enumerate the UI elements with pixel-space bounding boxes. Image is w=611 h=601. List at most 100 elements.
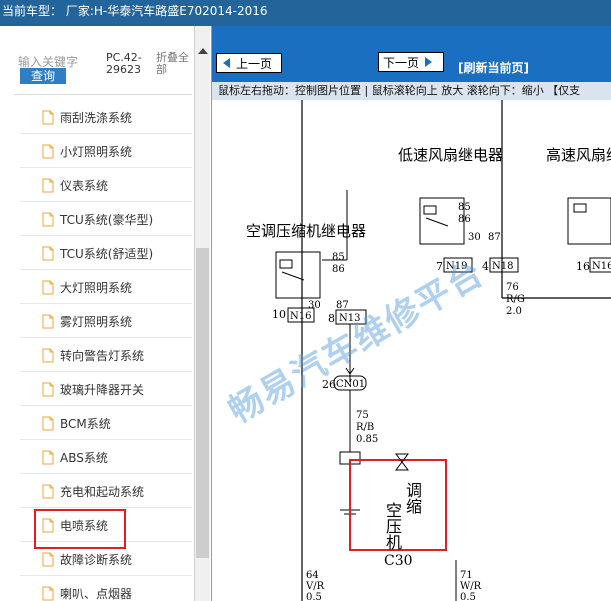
pin-85-left: 85 <box>332 252 345 263</box>
wire-71-color: W/R <box>460 581 482 592</box>
pin-10: 10 <box>272 308 286 321</box>
wire-76-size: 2.0 <box>506 306 522 317</box>
tree-item[interactable]: 仪表系统 <box>20 168 192 202</box>
conn-n16b: N16 <box>592 261 611 272</box>
pin-87-left: 87 <box>336 300 349 311</box>
arrow-right-icon <box>425 57 433 67</box>
pin-86-left: 86 <box>332 264 345 275</box>
wiring-diagram[interactable]: 空调压缩机继电器 85 86 30 87 10 N16 8 N13 26 CN0… <box>212 100 611 601</box>
tree-item[interactable]: ABS系统 <box>20 440 192 474</box>
title-label: 当前车型： <box>2 4 63 18</box>
wire-76-num: 76 <box>506 282 519 293</box>
pin-85-mid: 85 <box>458 202 471 213</box>
wire-64-num: 64 <box>306 570 319 581</box>
relay-right-coil <box>573 203 587 213</box>
wire-64-color: V/R <box>305 581 325 592</box>
next-page-label: 下一页 <box>383 55 420 70</box>
wire-75-size: 0.85 <box>356 434 378 445</box>
conn-n16: N16 <box>290 311 311 322</box>
tree-item[interactable]: 小灯照明系统 <box>20 134 192 168</box>
tree-item-label: 雨刮洗涤系统 <box>60 111 133 125</box>
next-page-button[interactable]: 下一页 <box>378 52 444 72</box>
document-icon <box>42 552 54 567</box>
tree-item-label: 玻璃升降器开关 <box>60 383 145 397</box>
relay-left-box <box>275 251 321 299</box>
wire-64-size: 0.5 <box>306 592 322 601</box>
tree-item-label: TCU系统(豪华型) <box>60 213 154 227</box>
tree-item-label: 仪表系统 <box>60 179 109 193</box>
tree-item-selected[interactable]: 电喷系统 <box>20 508 192 549</box>
wiring-diagram-svg: 空调压缩机继电器 85 86 30 87 10 N16 8 N13 26 CN0… <box>246 100 611 601</box>
relay-right-label: 高速风扇继电器 <box>546 146 611 164</box>
tree-item[interactable]: TCU系统(豪华型) <box>20 202 192 236</box>
relay-left-label: 空调压缩机继电器 <box>246 222 366 240</box>
document-icon <box>42 518 54 533</box>
document-icon <box>42 450 54 465</box>
pin-86-mid: 86 <box>458 214 471 225</box>
document-icon <box>42 212 54 227</box>
prev-page-button[interactable]: 上一页 <box>216 53 282 73</box>
document-icon <box>42 246 54 261</box>
refresh-page-link[interactable]: [刷新当前页] <box>458 59 529 76</box>
tree-item[interactable]: TCU系统(舒适型) <box>20 236 192 270</box>
relay-mid-label: 低速风扇继电器 <box>398 146 503 164</box>
tree-item-label: ABS系统 <box>60 451 108 465</box>
tree-item[interactable]: 雨刮洗涤系统 <box>20 100 192 134</box>
tree-list: 雨刮洗涤系统 小灯照明系统 仪表系统 TCU系统(豪华型) TCU系统(舒适型)… <box>20 100 192 601</box>
relay-mid-coil <box>423 205 437 215</box>
scroll-thumb[interactable] <box>196 248 209 558</box>
search-area <box>18 54 104 69</box>
conn-n18: N18 <box>492 261 513 272</box>
pin-30-mid: 30 <box>468 232 481 243</box>
collapse-all-link[interactable]: 折叠全部 <box>156 52 196 76</box>
pin-4: 4 <box>482 260 489 273</box>
tree-item[interactable]: 喇叭、点烟器 <box>20 576 192 601</box>
title-bar: 当前车型： 厂家:H-华泰汽车路盛E702014-2016 <box>0 0 611 26</box>
wire-75-num: 75 <box>356 410 369 421</box>
manual-code: PC.42-29623 <box>106 51 142 76</box>
document-icon <box>42 484 54 499</box>
tree-item[interactable]: 故障诊断系统 <box>20 542 192 576</box>
comp-label-5: 机 <box>386 533 402 552</box>
document-icon <box>42 586 54 601</box>
tree-item-label: 雾灯照明系统 <box>60 315 133 329</box>
search-button[interactable]: 查询 <box>20 68 66 84</box>
divider <box>14 94 192 95</box>
pin-16: 16 <box>576 260 590 273</box>
left-panel: 查询 PC.42-29623 折叠全部 雨刮洗涤系统 小灯照明系统 仪表系统 T… <box>0 26 212 601</box>
compressor-diode-icon <box>395 453 409 471</box>
tree-item-label: 大灯照明系统 <box>60 281 133 295</box>
relay-left-coil <box>279 259 293 269</box>
wire-71-num: 71 <box>460 570 473 581</box>
viewer-toolbar: 上一页 下一页 [刷新当前页] <box>212 26 611 82</box>
prev-page-label: 上一页 <box>236 56 273 71</box>
tree-item-label: BCM系统 <box>60 417 111 431</box>
conn-cn01: CN01 <box>336 379 365 390</box>
tree-item[interactable]: BCM系统 <box>20 406 192 440</box>
relay-mid-switch <box>425 217 449 227</box>
tree-item-label: 转向警告灯系统 <box>60 349 145 363</box>
comp-label-4: 缩 <box>406 497 422 516</box>
document-icon <box>42 416 54 431</box>
comp-code: C30 <box>384 553 413 569</box>
viewer-panel: 上一页 下一页 [刷新当前页] 鼠标左右拖动：控制图片位置 | 鼠标滚轮向上 放… <box>212 26 611 601</box>
tree-item[interactable]: 充电和起动系统 <box>20 474 192 508</box>
document-icon <box>42 348 54 363</box>
tree-item[interactable]: 雾灯照明系统 <box>20 304 192 338</box>
tree-item[interactable]: 玻璃升降器开关 <box>20 372 192 406</box>
document-icon <box>42 382 54 397</box>
search-input[interactable] <box>18 54 104 69</box>
tree-item[interactable]: 大灯照明系统 <box>20 270 192 304</box>
left-scrollbar[interactable] <box>194 26 210 601</box>
vehicle-model: 厂家:H-华泰汽车路盛E702014-2016 <box>65 4 268 18</box>
document-icon <box>42 178 54 193</box>
tree-item-label: TCU系统(舒适型) <box>60 247 154 261</box>
scroll-up-arrow-icon[interactable] <box>198 48 208 54</box>
wire-76-color: R/G <box>506 294 525 305</box>
wire-75-color: R/B <box>356 422 374 433</box>
document-icon <box>42 144 54 159</box>
wire-71-size: 0.5 <box>460 592 476 601</box>
document-icon <box>42 280 54 295</box>
tree-item-label: 充电和起动系统 <box>60 485 145 499</box>
tree-item[interactable]: 转向警告灯系统 <box>20 338 192 372</box>
